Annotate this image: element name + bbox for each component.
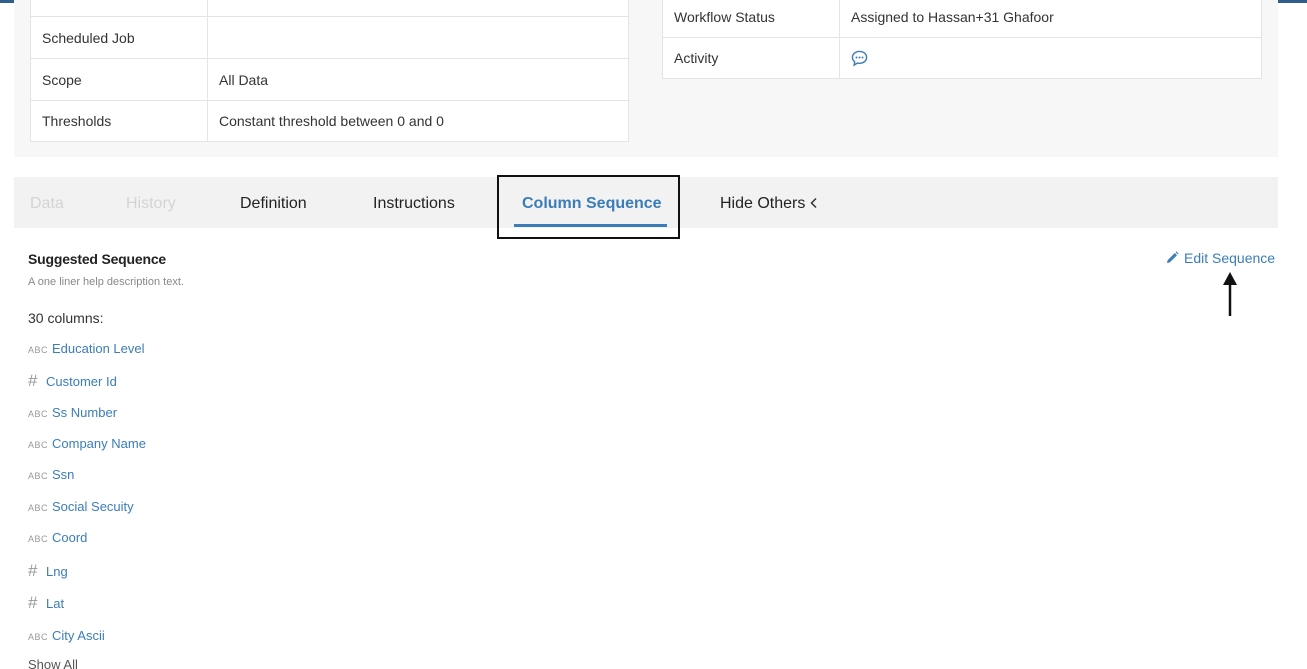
column-name: Lat xyxy=(46,596,65,611)
details-row: Workflow Status Assigned to Hassan+31 Gh… xyxy=(662,0,1262,38)
text-type-icon: ABC xyxy=(28,440,49,450)
text-type-icon: ABC xyxy=(28,471,49,481)
details-key: Scope xyxy=(30,58,208,101)
details-row: Scheduled Job xyxy=(30,16,629,59)
tab-hide-others-label: Hide Others xyxy=(720,195,806,212)
show-all-link[interactable]: Show All xyxy=(28,657,78,669)
edit-sequence-label: Edit Sequence xyxy=(1184,250,1276,266)
details-key: Thresholds xyxy=(30,100,208,142)
text-type-icon: ABC xyxy=(28,632,49,642)
details-value: All Data xyxy=(207,58,629,101)
activity-key: Activity xyxy=(662,37,840,79)
details-table-right: Workflow Status Assigned to Hassan+31 Gh… xyxy=(662,0,1262,79)
edit-sequence-link[interactable]: Edit Sequence xyxy=(1166,250,1275,266)
column-name: Ssn xyxy=(52,467,75,482)
activity-value xyxy=(839,37,1262,79)
number-type-icon: # xyxy=(28,371,38,390)
text-type-icon: ABC xyxy=(28,409,49,419)
column-name: Coord xyxy=(52,530,88,545)
column-item[interactable]: ABC Ss Number xyxy=(28,402,117,424)
column-name: Social Secuity xyxy=(52,499,134,514)
column-count-number: 30 xyxy=(28,310,44,326)
tab-instructions[interactable]: Instructions xyxy=(373,177,455,228)
workflow-status-key: Workflow Status xyxy=(662,0,840,38)
tab-hide-others[interactable]: Hide Others xyxy=(720,177,818,228)
column-item[interactable]: # Customer Id xyxy=(28,370,117,392)
column-item[interactable]: ABC Education Level xyxy=(28,338,145,360)
column-count: 30 columns: xyxy=(28,310,104,326)
column-name: Customer Id xyxy=(46,374,117,389)
details-row: Thresholds Constant threshold between 0 … xyxy=(30,100,629,142)
text-type-icon: ABC xyxy=(28,534,49,544)
column-item[interactable]: # Lat xyxy=(28,592,64,614)
column-item[interactable]: ABC Company Name xyxy=(28,433,146,455)
tab-history[interactable]: History xyxy=(126,177,176,228)
number-type-icon: # xyxy=(28,593,38,612)
details-key: Scheduled Job xyxy=(30,16,208,59)
details-row: Scope All Data xyxy=(30,58,629,101)
column-name: Lng xyxy=(46,564,68,579)
column-item[interactable]: ABC Ssn xyxy=(28,464,74,486)
sequence-description: A one liner help description text. xyxy=(28,276,184,288)
chat-bubble-icon[interactable] xyxy=(851,50,868,67)
sequence-title: Suggested Sequence xyxy=(28,251,166,267)
column-item[interactable]: ABC Social Secuity xyxy=(28,496,134,518)
details-table-left: Scheduled Job Scope All Data Thresholds … xyxy=(30,0,629,142)
column-count-suffix: columns: xyxy=(47,310,104,326)
column-item[interactable]: ABC City Ascii xyxy=(28,625,105,647)
details-key xyxy=(30,0,208,17)
details-value xyxy=(207,0,629,17)
tab-highlight-annotation xyxy=(497,175,680,239)
chevron-left-icon xyxy=(810,197,817,209)
pencil-icon xyxy=(1167,251,1179,263)
column-item[interactable]: # Lng xyxy=(28,560,68,582)
arrow-up-annotation-icon xyxy=(1223,272,1237,316)
text-type-icon: ABC xyxy=(28,345,49,355)
details-row: Activity xyxy=(662,37,1262,79)
column-item[interactable]: ABC Coord xyxy=(28,527,87,549)
tab-definition[interactable]: Definition xyxy=(240,177,307,228)
column-name: Education Level xyxy=(52,341,145,356)
column-name: Company Name xyxy=(52,436,146,451)
text-type-icon: ABC xyxy=(28,503,49,513)
details-value: Constant threshold between 0 and 0 xyxy=(207,100,629,142)
column-name: City Ascii xyxy=(52,628,105,643)
details-value xyxy=(207,16,629,59)
details-row xyxy=(30,0,629,17)
column-name: Ss Number xyxy=(52,405,118,420)
tab-data[interactable]: Data xyxy=(30,177,64,228)
details-panel: Scheduled Job Scope All Data Thresholds … xyxy=(14,0,1278,157)
workflow-status-value: Assigned to Hassan+31 Ghafoor xyxy=(839,0,1262,38)
number-type-icon: # xyxy=(28,561,38,580)
